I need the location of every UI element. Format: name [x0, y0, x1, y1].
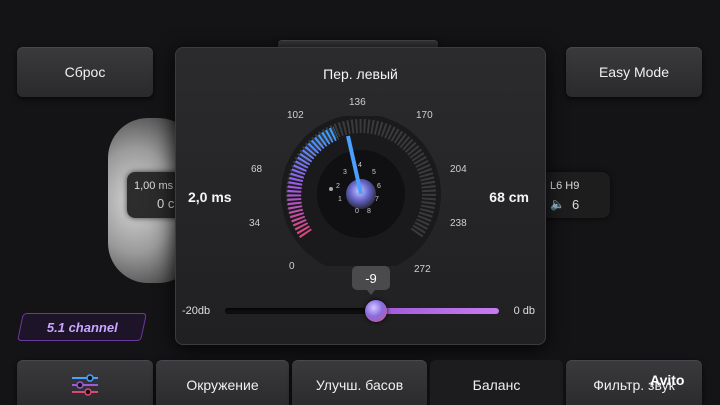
delay-value: 2,0 ms — [188, 189, 232, 205]
dialog-title: Пер. левый — [323, 66, 398, 82]
gauge-tick-label: 68 — [251, 164, 263, 175]
watermark-logo: Avito — [650, 372, 685, 388]
gauge-tick-label: 204 — [450, 164, 467, 175]
svg-text:3: 3 — [343, 169, 347, 176]
left-value-label: 0 c — [157, 196, 175, 211]
reset-button[interactable]: Сброс — [17, 47, 153, 97]
svg-text:8: 8 — [367, 208, 371, 215]
channel-badge: 5.1 channel — [17, 313, 147, 341]
delay-gauge[interactable]: 0 1 2 3 4 5 6 7 8 — [276, 116, 446, 266]
slider-value-tooltip: -9 — [352, 266, 390, 295]
svg-text:4: 4 — [358, 162, 362, 169]
gain-slider-knob[interactable] — [364, 300, 387, 322]
slider-max-label: 0 db — [513, 305, 535, 317]
left-delay-label: 1,00 ms — [134, 180, 174, 192]
slider-value-label: -9 — [365, 270, 377, 286]
speaker-icon: 🔈 — [550, 197, 565, 211]
tab-balance[interactable]: Баланс — [430, 360, 563, 405]
gain-slider-track[interactable] — [225, 308, 499, 314]
svg-text:2: 2 — [336, 183, 340, 190]
channel-settings-dialog: Пер. левый 2,0 ms 68 cm 0 34 68 102 136 … — [175, 47, 546, 345]
tab-environment[interactable]: Окружение — [156, 360, 289, 405]
right-volume-label: 6 — [572, 197, 580, 212]
distance-value: 68 cm — [489, 189, 529, 205]
svg-text:0: 0 — [355, 208, 359, 215]
gauge-tick-label: 34 — [249, 218, 261, 229]
svg-text:7: 7 — [375, 196, 379, 203]
easy-mode-button[interactable]: Easy Mode — [566, 47, 702, 97]
tab-bass-enhance[interactable]: Улучш. басов — [292, 360, 427, 405]
gauge-tick-label: 136 — [349, 97, 366, 108]
right-speaker-card[interactable]: L6 H9 🔈 6 — [540, 172, 610, 218]
svg-text:5: 5 — [372, 169, 376, 176]
svg-text:1: 1 — [338, 196, 342, 203]
sliders-icon — [72, 374, 98, 396]
channel-badge-label: 5.1 channel — [46, 319, 118, 335]
slider-min-label: -20db — [182, 305, 211, 317]
tab-equalizer[interactable] — [17, 360, 153, 405]
gauge-tick-label: 238 — [450, 218, 467, 229]
right-speaker-label: L6 H9 — [550, 180, 580, 192]
gain-slider-fill — [375, 308, 499, 314]
svg-text:6: 6 — [377, 183, 381, 190]
